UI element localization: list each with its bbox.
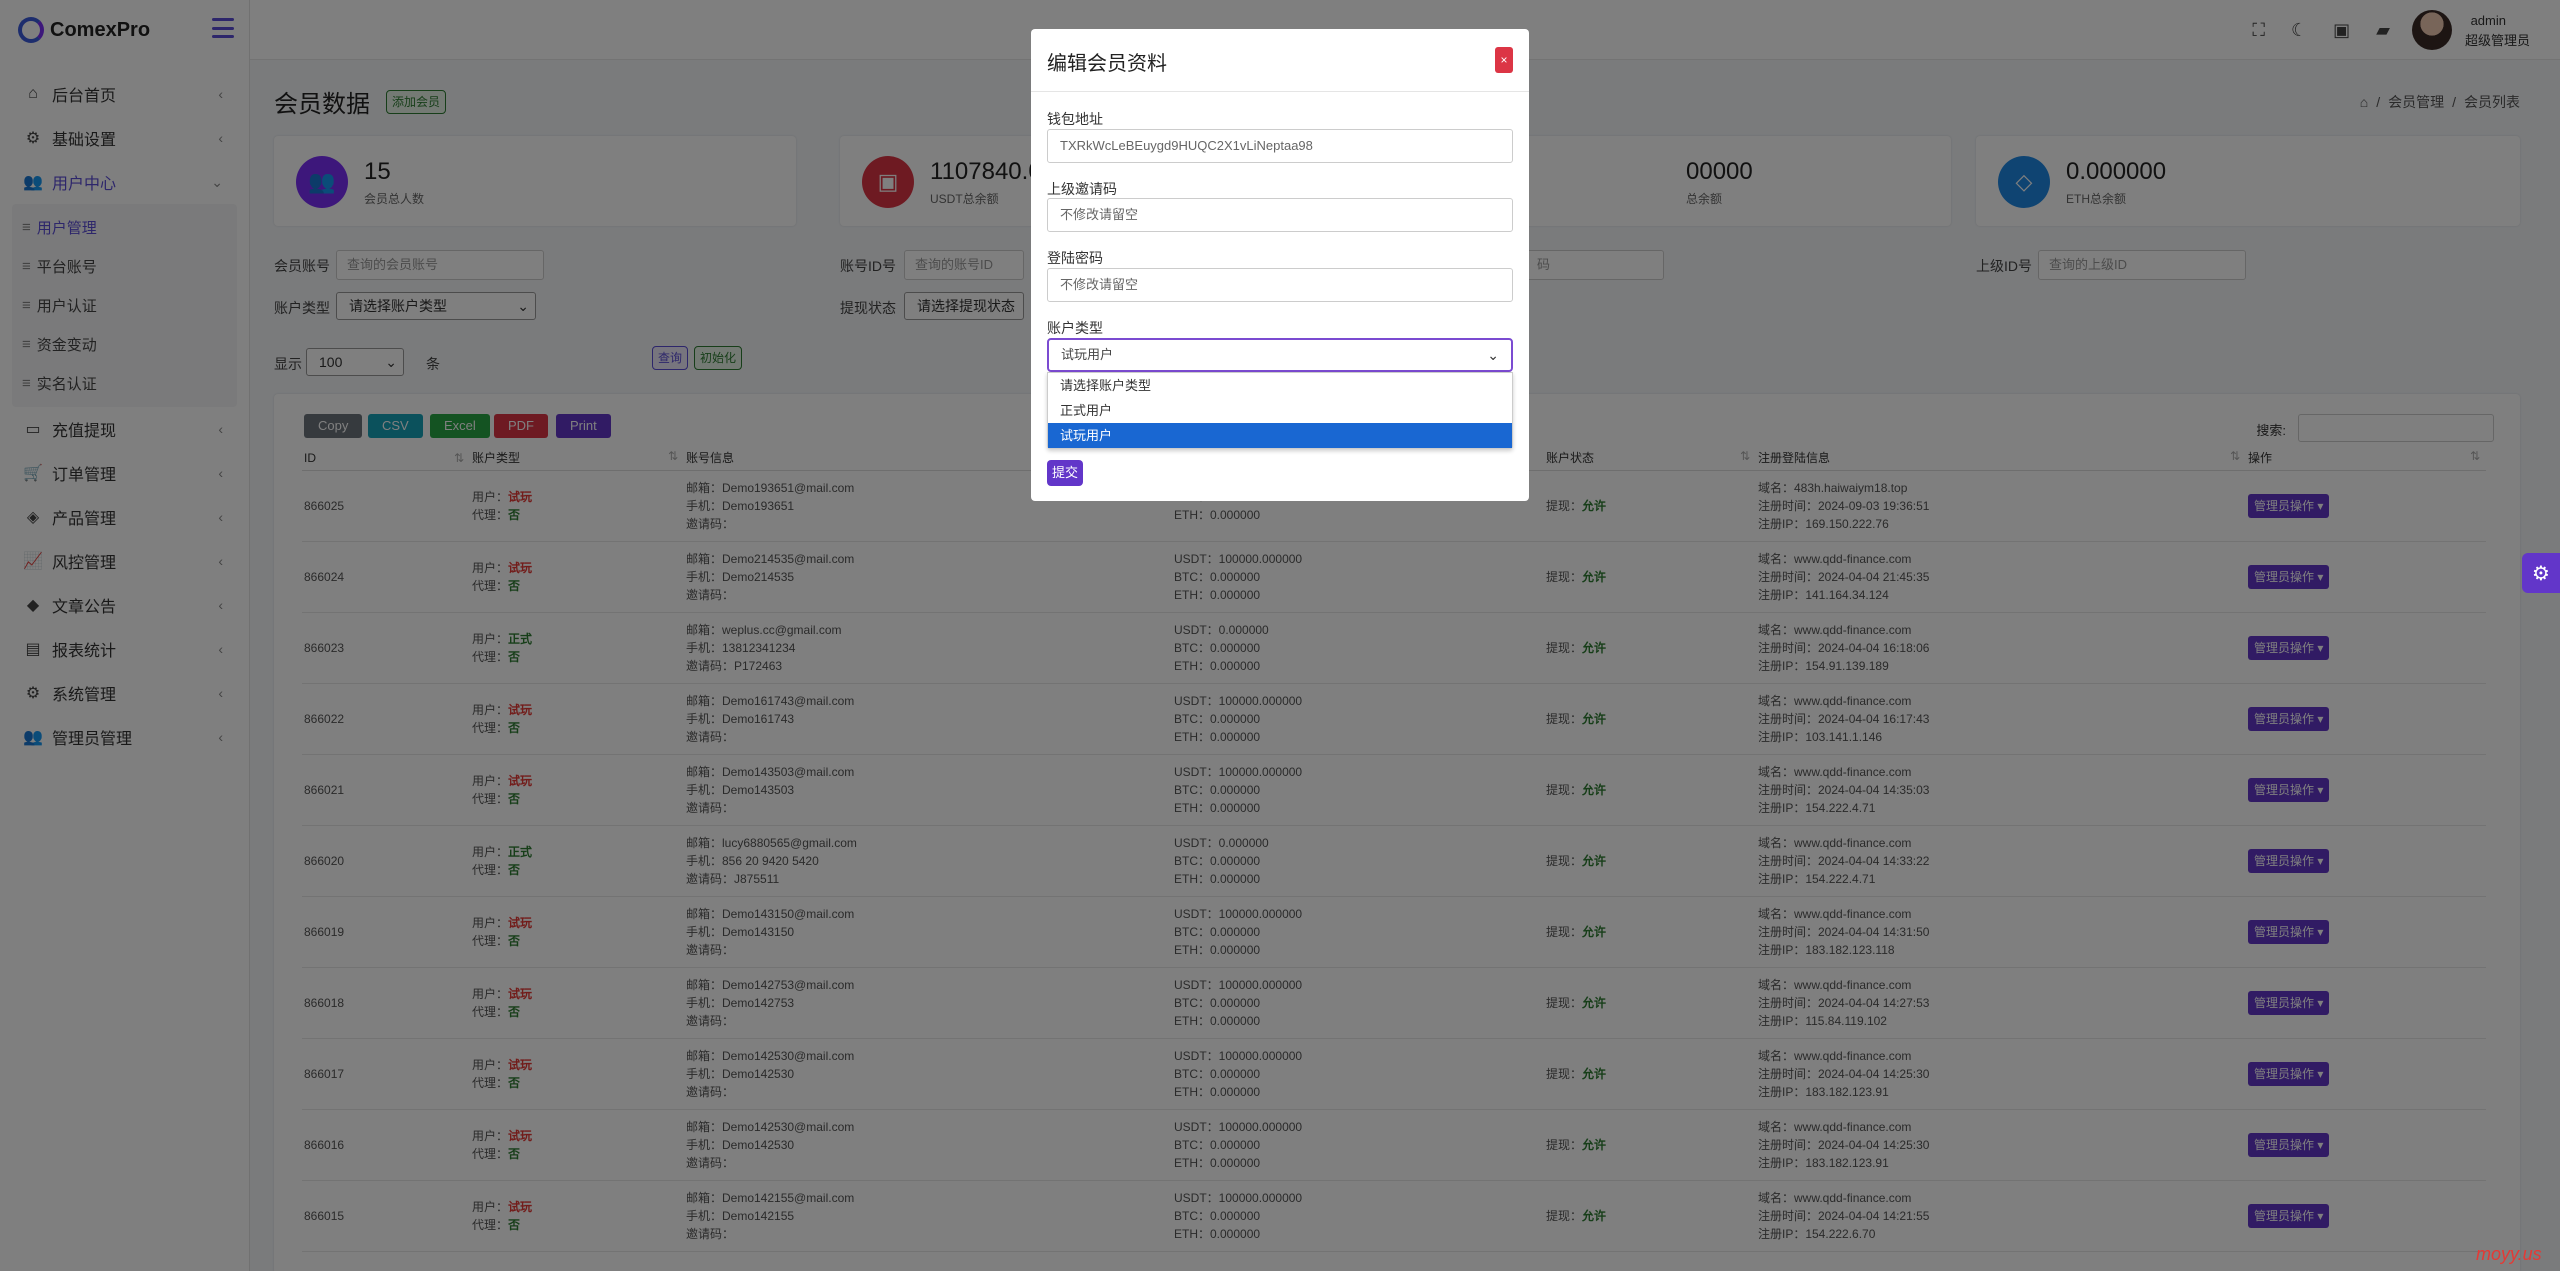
account-type-label: 账户类型	[1047, 320, 1103, 336]
modal-divider	[1031, 91, 1529, 92]
password-label: 登陆密码	[1047, 250, 1103, 266]
parent-code-input[interactable]: 不修改请留空	[1047, 198, 1513, 232]
parent-code-label: 上级邀请码	[1047, 181, 1117, 197]
submit-button[interactable]: 提交	[1047, 460, 1084, 486]
chevron-down-icon: ⌄	[1487, 347, 1499, 363]
dropdown-option[interactable]: 请选择账户类型	[1048, 373, 1512, 398]
watermark: moyy.us	[2476, 1244, 2542, 1264]
wallet-label: 钱包地址	[1047, 111, 1103, 127]
settings-gear-icon[interactable]: ⚙	[2522, 553, 2560, 593]
close-button[interactable]: ×	[1495, 47, 1513, 73]
dropdown-option[interactable]: 正式用户	[1048, 398, 1512, 423]
account-type-dropdown: 请选择账户类型 正式用户 试玩用户	[1047, 372, 1513, 449]
password-input[interactable]: 不修改请留空	[1047, 268, 1513, 302]
dropdown-option-selected[interactable]: 试玩用户	[1048, 423, 1512, 448]
edit-member-modal: 编辑会员资料 × 钱包地址 TXRkWcLeBEuygd9HUQC2X1vLiN…	[1031, 29, 1529, 501]
modal-title: 编辑会员资料	[1047, 53, 1167, 75]
wallet-input[interactable]: TXRkWcLeBEuygd9HUQC2X1vLiNeptaa98	[1047, 129, 1513, 163]
account-type-select[interactable]: 试玩用户 ⌄	[1047, 338, 1513, 372]
